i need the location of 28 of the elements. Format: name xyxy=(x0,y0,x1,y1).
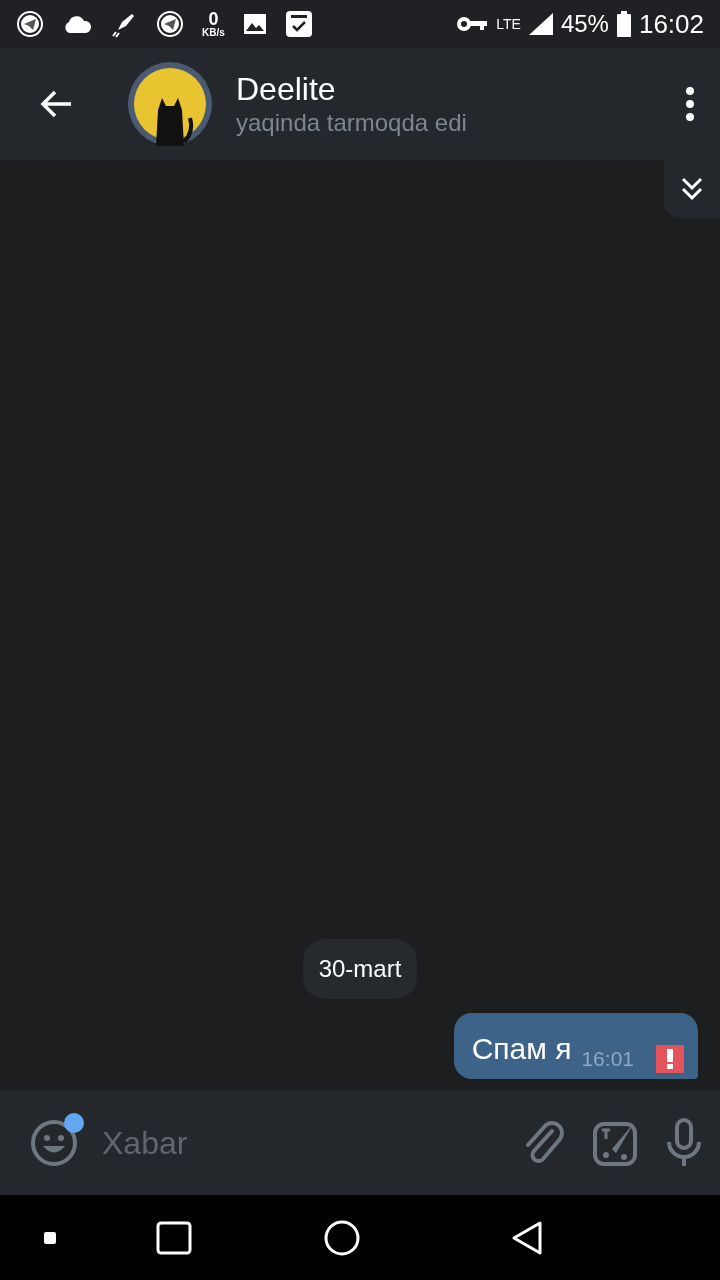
signal-icon xyxy=(528,13,553,35)
message-text: Спам я xyxy=(471,1031,572,1067)
image-icon xyxy=(242,12,267,36)
smiley-icon xyxy=(30,1118,78,1167)
cloud-icon xyxy=(62,14,92,34)
speed-value: 0 xyxy=(208,10,219,28)
clock-time: 16:02 xyxy=(638,7,704,41)
microphone-button[interactable] xyxy=(666,1117,702,1168)
battery-icon xyxy=(616,11,631,37)
contact-name: Deelite xyxy=(236,70,337,108)
back-arrow-icon xyxy=(39,90,73,118)
date-chip: 30-mart xyxy=(302,939,418,999)
speed-unit: KB/s xyxy=(202,28,225,38)
recents-button[interactable] xyxy=(156,1220,192,1255)
network-type: LTE xyxy=(496,17,521,31)
message-time: 16:01 xyxy=(581,1047,634,1071)
back-nav-button[interactable] xyxy=(510,1219,544,1256)
microphone-icon xyxy=(666,1117,702,1168)
scroll-down-button[interactable] xyxy=(664,160,720,218)
message-input-field[interactable]: Xabar xyxy=(102,1118,522,1167)
key-icon xyxy=(456,15,489,33)
emoji-button[interactable] xyxy=(30,1118,78,1167)
double-chevron-down-icon xyxy=(681,176,703,202)
home-button[interactable] xyxy=(324,1219,360,1256)
battery-percent: 45% xyxy=(560,9,609,39)
message-composer[interactable]: Xabar xyxy=(0,1089,720,1195)
last-seen-status: yaqinda tarmoqda edi xyxy=(236,108,467,138)
save-icon xyxy=(284,10,313,38)
